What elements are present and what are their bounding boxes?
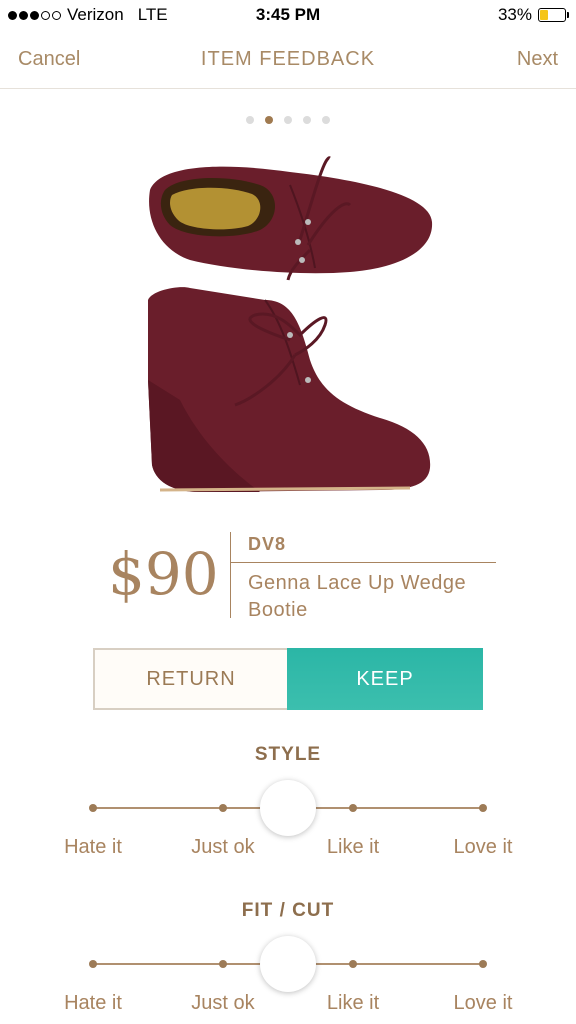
- rating-label[interactable]: Just ok: [163, 992, 283, 1015]
- page-indicator[interactable]: [0, 116, 576, 124]
- style-slider-thumb[interactable]: [260, 780, 316, 836]
- slider-tick[interactable]: [89, 804, 97, 812]
- slider-tick[interactable]: [479, 804, 487, 812]
- style-slider[interactable]: [89, 779, 487, 839]
- fit-title: FIT / CUT: [241, 900, 335, 921]
- battery-icon: [538, 8, 569, 22]
- slider-tick[interactable]: [479, 960, 487, 968]
- page-dot[interactable]: [322, 116, 330, 124]
- status-time: 3:45 PM: [255, 5, 321, 24]
- page-title: ITEM FEEDBACK: [200, 48, 376, 70]
- slider-tick[interactable]: [218, 804, 227, 812]
- rating-label[interactable]: Like it: [293, 836, 413, 859]
- rating-label[interactable]: Love it: [423, 836, 543, 859]
- rating-label[interactable]: Hate it: [33, 836, 153, 859]
- keep-button[interactable]: KEEP: [287, 648, 483, 710]
- product-name: Genna Lace Up Wedge Bootie: [248, 572, 467, 621]
- slider-tick[interactable]: [89, 960, 97, 968]
- product-image: [148, 156, 433, 492]
- slider-tick[interactable]: [218, 960, 227, 968]
- page-dot[interactable]: [284, 116, 292, 124]
- return-button[interactable]: RETURN: [93, 648, 287, 710]
- page-dot[interactable]: [303, 116, 311, 124]
- nav-bar: Cancel ITEM FEEDBACK Next: [0, 38, 576, 89]
- slider-tick[interactable]: [349, 960, 357, 968]
- product-brand: DV8: [248, 534, 287, 554]
- rating-label[interactable]: Love it: [423, 992, 543, 1015]
- style-labels: Hate it Just ok Like it Love it: [64, 836, 512, 864]
- battery-percent: 33%: [497, 5, 532, 24]
- fit-slider[interactable]: [89, 935, 487, 995]
- vertical-divider: [230, 532, 231, 618]
- rating-label[interactable]: Hate it: [33, 992, 153, 1015]
- slider-tick[interactable]: [349, 804, 357, 812]
- page-dot[interactable]: [246, 116, 254, 124]
- next-button[interactable]: Next: [517, 48, 558, 71]
- horizontal-divider: [230, 562, 496, 563]
- return-keep-toggle: RETURN KEEP: [93, 648, 483, 710]
- product-price: $90: [108, 540, 219, 608]
- rating-label[interactable]: Like it: [293, 992, 413, 1015]
- status-bar: Verizon LTE 3:45 PM 33%: [0, 0, 576, 30]
- style-title: STYLE: [254, 744, 322, 765]
- rating-label[interactable]: Just ok: [163, 836, 283, 859]
- fit-labels: Hate it Just ok Like it Love it: [64, 992, 512, 1020]
- page-dot-active[interactable]: [265, 116, 273, 124]
- fit-slider-thumb[interactable]: [260, 936, 316, 992]
- status-right: 33%: [497, 5, 569, 25]
